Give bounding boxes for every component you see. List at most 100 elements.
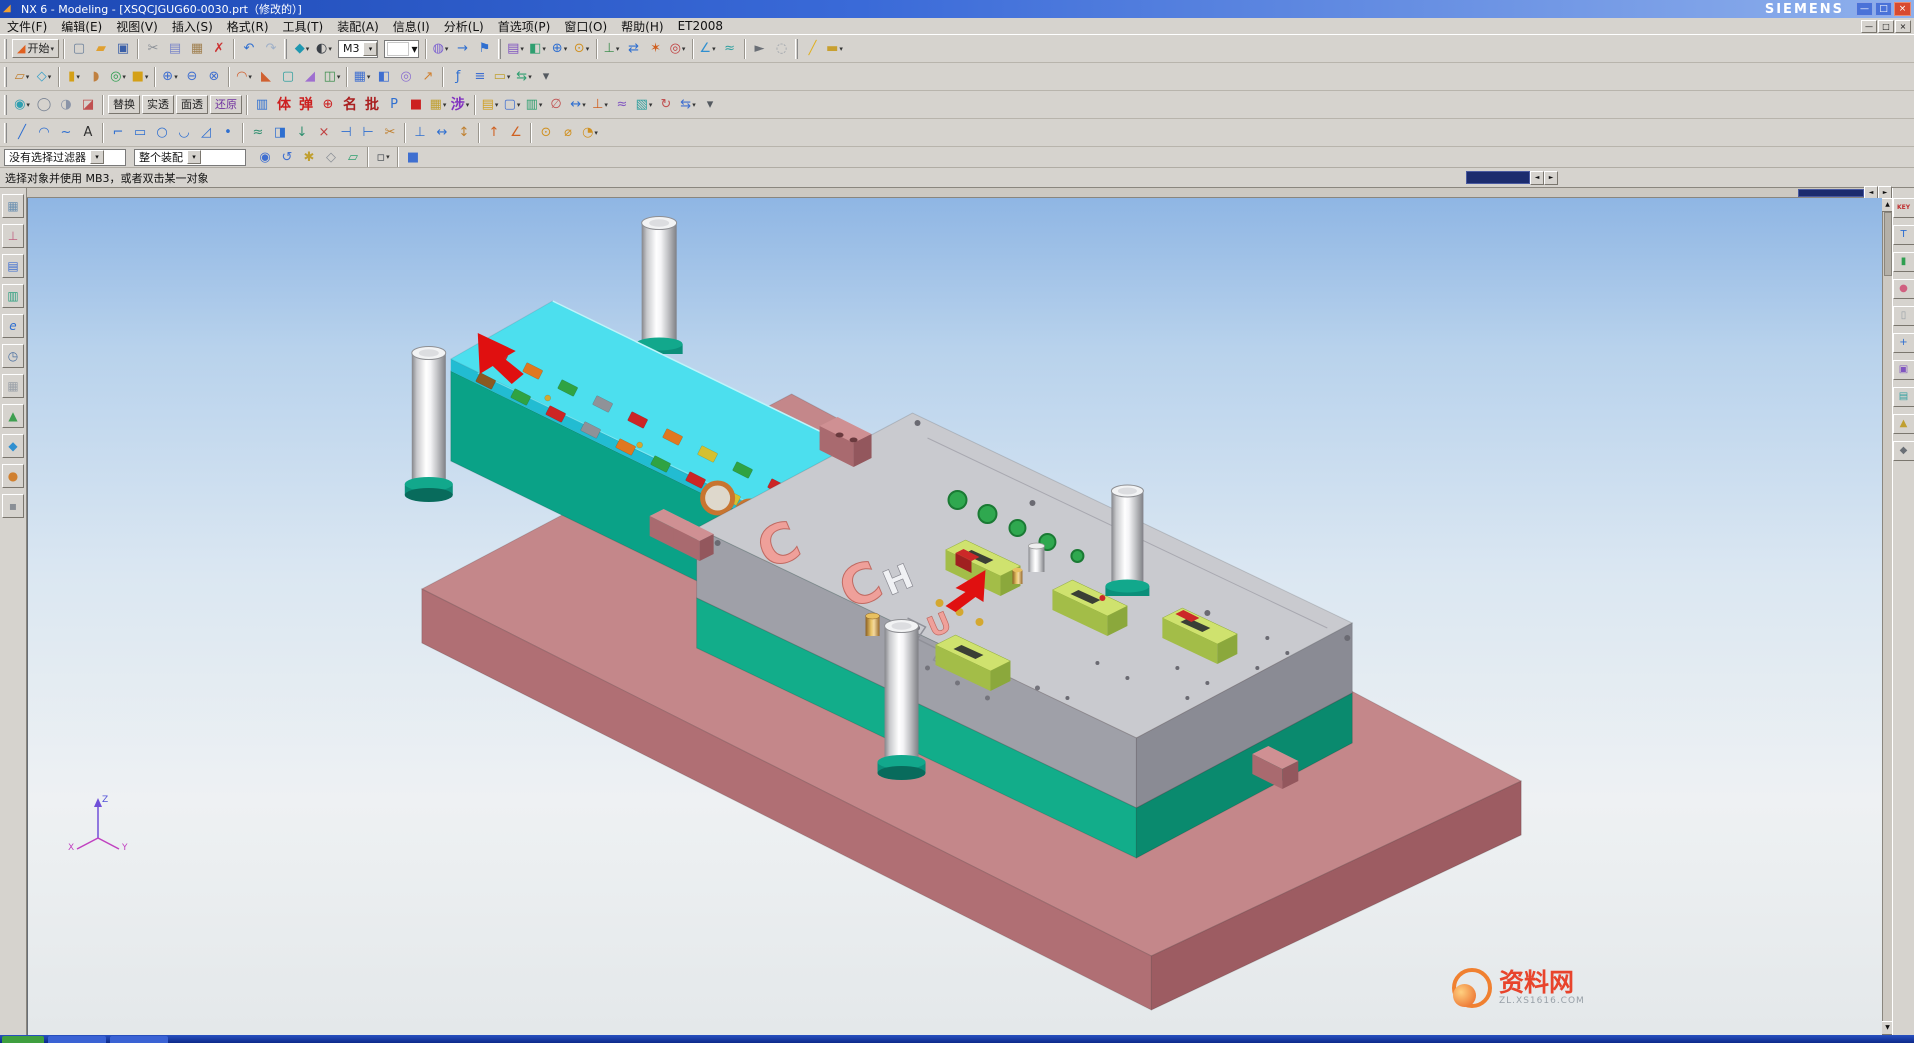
part-navigator-tool-icon[interactable]: ≡ bbox=[469, 66, 491, 88]
move-component2-icon[interactable]: ↔▾ bbox=[567, 94, 589, 116]
direction-up-icon[interactable]: ↑ bbox=[483, 122, 505, 144]
show-hide-icon[interactable]: ◍▾ bbox=[430, 38, 452, 60]
view-section-icon[interactable]: ◧▾ bbox=[527, 38, 549, 60]
system-scenes-icon[interactable]: ▪ bbox=[2, 494, 24, 518]
p-tool-icon[interactable]: P bbox=[383, 94, 405, 116]
scroll-right-icon[interactable]: ► bbox=[1544, 171, 1558, 185]
child-restore-button[interactable]: □ bbox=[1878, 20, 1894, 33]
datum-plane-icon[interactable]: ◇▾ bbox=[33, 66, 55, 88]
red-cube-icon[interactable]: ■ bbox=[405, 94, 427, 116]
crosshair-tool-icon[interactable]: ⊕ bbox=[317, 94, 339, 116]
more-assembly-icon[interactable]: ▾ bbox=[699, 94, 721, 116]
synchronous-modeling-icon[interactable]: ⇆▾ bbox=[513, 66, 535, 88]
view-layout-combo[interactable]: M3▾ bbox=[338, 40, 379, 58]
component-groups-icon[interactable]: ▥▾ bbox=[523, 94, 545, 116]
flag-note-icon[interactable]: ⚑ bbox=[474, 38, 496, 60]
reuse-library-icon[interactable]: ▥ bbox=[2, 284, 24, 308]
history-icon[interactable]: ◷ bbox=[2, 344, 24, 368]
menu-et2008[interactable]: ET2008 bbox=[671, 19, 730, 33]
menu-window[interactable]: 窗口(O) bbox=[557, 18, 614, 35]
wave-linker-icon[interactable]: ≈ bbox=[611, 94, 633, 116]
profile-icon[interactable]: ⌐ bbox=[107, 122, 129, 144]
windows-taskbar[interactable] bbox=[0, 1035, 1914, 1043]
selection-scope-combo[interactable]: 整个装配 ▾ bbox=[134, 149, 246, 166]
restore-chip[interactable]: 还原 bbox=[210, 95, 242, 114]
redo-icon[interactable]: ↷ bbox=[260, 38, 282, 60]
paste-icon[interactable]: ▦ bbox=[186, 38, 208, 60]
toolbar-grip[interactable] bbox=[4, 39, 7, 59]
open-component-icon[interactable]: ▢▾ bbox=[501, 94, 523, 116]
scrollbar-thumb[interactable] bbox=[1798, 189, 1864, 197]
toolbar-grip[interactable] bbox=[4, 95, 7, 115]
section-tool-icon[interactable]: ▥ bbox=[251, 94, 273, 116]
process-studio-icon[interactable]: ▲ bbox=[2, 404, 24, 428]
wcs-orient-icon[interactable]: ⊕▾ bbox=[549, 38, 571, 60]
face-select-icon[interactable]: ▱ bbox=[342, 146, 364, 168]
battery-icon[interactable]: ▮ bbox=[1893, 252, 1914, 272]
auto-constrain-icon[interactable]: ↕ bbox=[453, 122, 475, 144]
constraint-icon[interactable]: ⊥ bbox=[409, 122, 431, 144]
bottle-icon[interactable]: ▯ bbox=[1893, 306, 1914, 326]
prompt-scrollbar[interactable]: ◄ ► bbox=[1466, 170, 1558, 185]
shell-icon[interactable]: ▢ bbox=[277, 66, 299, 88]
chevron-down-icon[interactable]: ▾ bbox=[90, 150, 104, 164]
edge-blend-icon[interactable]: ◠▾ bbox=[233, 66, 255, 88]
select-filter-icon[interactable]: ► bbox=[749, 38, 771, 60]
move-component-icon[interactable]: ⇄ bbox=[623, 38, 645, 60]
full-circle-icon[interactable]: ⊙ bbox=[535, 122, 557, 144]
minimize-button[interactable]: — bbox=[1856, 2, 1873, 16]
mirror-feature-icon[interactable]: ◧ bbox=[373, 66, 395, 88]
guide-post[interactable] bbox=[878, 620, 926, 781]
menu-help[interactable]: 帮助(H) bbox=[614, 18, 670, 35]
body-tool-button[interactable]: 体 bbox=[273, 94, 295, 116]
extend-curve-icon[interactable]: ⊢ bbox=[357, 122, 379, 144]
copy-icon[interactable]: ▤ bbox=[164, 38, 186, 60]
arc-icon[interactable]: ◠ bbox=[33, 122, 55, 144]
pattern-feature-icon[interactable]: ▦▾ bbox=[351, 66, 373, 88]
trim-curve-icon[interactable]: ⊣ bbox=[335, 122, 357, 144]
offset-curve-icon[interactable]: ≈ bbox=[247, 122, 269, 144]
block-icon[interactable]: ■▾ bbox=[129, 66, 151, 88]
measure-distance-icon[interactable]: ∠▾ bbox=[697, 38, 719, 60]
face-transparent-chip[interactable]: 面透 bbox=[176, 95, 208, 114]
check-clearance-icon[interactable]: ◎▾ bbox=[667, 38, 689, 60]
guide-post[interactable] bbox=[1105, 485, 1149, 596]
facet-view-icon[interactable]: ◑ bbox=[55, 94, 77, 116]
system-materials-icon[interactable]: ▦ bbox=[2, 374, 24, 398]
selection-filter-combo[interactable]: 没有选择过滤器 ▾ bbox=[4, 149, 126, 166]
quick-trim-icon[interactable]: ✂ bbox=[379, 122, 401, 144]
palette-icon[interactable]: ● bbox=[1893, 279, 1914, 299]
close-button[interactable]: × bbox=[1894, 2, 1911, 16]
rectangle-select-icon[interactable]: ▫▾ bbox=[372, 146, 394, 168]
measure-ruler-icon[interactable]: ▬▾ bbox=[824, 38, 846, 60]
assembly-constraints2-icon[interactable]: ⊥▾ bbox=[589, 94, 611, 116]
manufacturing-wizard-icon[interactable]: ◆ bbox=[2, 434, 24, 458]
3d-viewport[interactable]: C C H U bbox=[27, 198, 1882, 1035]
toolbar-grip[interactable] bbox=[4, 123, 7, 143]
suppress-component-icon[interactable]: ∅ bbox=[545, 94, 567, 116]
draft-icon[interactable]: ◢ bbox=[299, 66, 321, 88]
menu-information[interactable]: 信息(I) bbox=[386, 18, 437, 35]
name-tool-button[interactable]: 名 bbox=[339, 94, 361, 116]
diameter-icon[interactable]: ⌀ bbox=[557, 122, 579, 144]
material-analysis-icon[interactable]: ≈ bbox=[719, 38, 741, 60]
scales-icon[interactable]: ▲ bbox=[1893, 414, 1914, 434]
pin-icon[interactable]: ◆ bbox=[1893, 441, 1914, 461]
load-options-icon[interactable]: ▤▾ bbox=[479, 94, 501, 116]
menu-assemblies[interactable]: 装配(A) bbox=[330, 18, 386, 35]
scale-body-icon[interactable]: ↗ bbox=[417, 66, 439, 88]
move-object-icon[interactable]: → bbox=[452, 38, 474, 60]
roles-icon[interactable]: ● bbox=[2, 464, 24, 488]
solid-transparent-chip[interactable]: 实透 bbox=[142, 95, 174, 114]
fillet-curve-icon[interactable]: ◡ bbox=[173, 122, 195, 144]
scrollbar-thumb[interactable] bbox=[1884, 212, 1892, 276]
menu-preferences[interactable]: 首选项(P) bbox=[491, 18, 558, 35]
edit-feature-icon[interactable]: ▭▾ bbox=[491, 66, 513, 88]
vertical-scrollbar[interactable]: ▲ ▼ bbox=[1882, 198, 1892, 1035]
layers-resource-icon[interactable]: ▤ bbox=[1893, 387, 1914, 407]
explode-assembly-icon[interactable]: ✶ bbox=[645, 38, 667, 60]
revolve-icon[interactable]: ◗ bbox=[85, 66, 107, 88]
arc-center-icon[interactable]: ◔▾ bbox=[579, 122, 601, 144]
spring-tool-button[interactable]: 弹 bbox=[295, 94, 317, 116]
menu-tools[interactable]: 工具(T) bbox=[276, 18, 331, 35]
